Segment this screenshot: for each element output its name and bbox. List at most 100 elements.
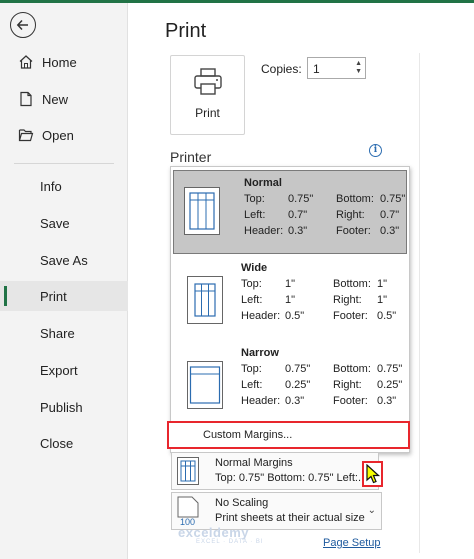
sidebar-item-print[interactable]: Print: [0, 281, 128, 311]
sidebar-item-label: Info: [40, 178, 62, 194]
sidebar-item-label: Publish: [40, 399, 83, 415]
sidebar-item-home[interactable]: Home: [0, 47, 128, 77]
sidebar-item-label: Save As: [40, 252, 88, 268]
label-footer: Footer:: [336, 225, 371, 237]
value-right: 1": [377, 294, 388, 306]
printer-icon: [194, 68, 222, 95]
value-footer: 0.3": [380, 225, 400, 237]
label-left: Left:: [241, 294, 263, 306]
sidebar-item-new[interactable]: New: [0, 84, 128, 114]
value-left: 0.25": [285, 379, 311, 391]
margin-option-name: Normal: [244, 177, 282, 189]
margin-option-name: Wide: [241, 262, 268, 274]
print-button[interactable]: Print: [170, 55, 245, 135]
sidebar-item-label: Save: [40, 215, 70, 231]
margin-option-wide[interactable]: Wide Top: 1" Bottom: 1" Left: 1" Right: 1" H…: [171, 256, 409, 342]
label-header: Header:: [241, 395, 281, 407]
margin-preview-icon: [187, 276, 223, 324]
sidebar-item-open[interactable]: Open: [0, 120, 128, 150]
sidebar-item-close[interactable]: Close: [0, 428, 128, 458]
backstage-sidebar: Home New Open Info Save Save As Print Sh…: [0, 3, 128, 559]
sidebar-item-save[interactable]: Save: [0, 208, 128, 238]
watermark-logo: exceldemy EXCEL · DATA · BI: [178, 525, 263, 545]
value-bottom: 0.75": [377, 363, 403, 375]
label-top: Top:: [244, 193, 265, 205]
margin-preview-icon: [184, 187, 220, 235]
sidebar-item-label: New: [42, 91, 69, 107]
value-left: 1": [285, 294, 296, 306]
margin-option-narrow[interactable]: Narrow Top: 0.75" Bottom: 0.75" Left: 0.25"…: [171, 341, 409, 427]
open-folder-icon: [18, 129, 34, 142]
value-top: 0.75": [288, 193, 314, 205]
label-right: Right:: [333, 294, 362, 306]
label-right: Right:: [333, 379, 362, 391]
sidebar-item-label: Print: [40, 288, 67, 304]
sidebar-divider: [14, 163, 114, 164]
value-right: 0.25": [377, 379, 403, 391]
label-left: Left:: [241, 379, 263, 391]
margin-option-normal[interactable]: Normal Top: 0.75" Bottom: 0.75" Left: 0.7" …: [173, 170, 407, 254]
custom-margins-menu-item[interactable]: Custom Margins...: [167, 421, 410, 449]
copies-stepper[interactable]: 1 ▲ ▼: [307, 57, 366, 79]
margins-setting-dropdown[interactable]: Normal Margins Top: 0.75" Bottom: 0.75" …: [171, 452, 379, 490]
value-header: 0.3": [288, 225, 308, 237]
label-top: Top:: [241, 363, 262, 375]
label-header: Header:: [244, 225, 284, 237]
sidebar-item-label: Home: [42, 54, 77, 70]
value-footer: 0.3": [377, 395, 397, 407]
back-button[interactable]: [10, 12, 36, 38]
margin-preview-icon: [187, 361, 223, 409]
printer-section-title: Printer: [170, 149, 212, 165]
label-footer: Footer:: [333, 395, 368, 407]
sidebar-item-label: Export: [40, 362, 78, 378]
value-header: 0.5": [285, 310, 305, 322]
value-top: 1": [285, 278, 296, 290]
back-arrow-icon: [16, 19, 28, 31]
home-icon: [19, 55, 33, 69]
sidebar-item-save-as[interactable]: Save As: [0, 245, 128, 275]
margins-dropdown: Normal Top: 0.75" Bottom: 0.75" Left: 0.7" …: [170, 166, 410, 453]
custom-margins-label: Custom Margins...: [203, 429, 293, 441]
sidebar-item-publish[interactable]: Publish: [0, 392, 128, 422]
label-footer: Footer:: [333, 310, 368, 322]
chevron-down-icon[interactable]: ⌄: [368, 505, 376, 516]
scaling-setting-title: No Scaling: [215, 497, 269, 509]
sidebar-item-share[interactable]: Share: [0, 318, 128, 348]
label-right: Right:: [336, 209, 365, 221]
label-header: Header:: [241, 310, 281, 322]
label-bottom: Bottom:: [333, 278, 371, 290]
scaling-setting-detail: Print sheets at their actual size: [215, 512, 365, 524]
watermark-brand: exceldemy: [178, 525, 249, 540]
margins-setting-title: Normal Margins: [215, 457, 293, 469]
value-left: 0.7": [288, 209, 308, 221]
value-bottom: 0.75": [380, 193, 406, 205]
panel-divider: [419, 53, 420, 553]
value-top: 0.75": [285, 363, 311, 375]
sidebar-item-label: Share: [40, 325, 75, 341]
value-header: 0.3": [285, 395, 305, 407]
label-top: Top:: [241, 278, 262, 290]
info-icon[interactable]: i: [369, 144, 382, 157]
margins-setting-detail: Top: 0.75" Bottom: 0.75" Left:...: [215, 472, 368, 484]
copies-value: 1: [313, 62, 320, 76]
label-bottom: Bottom:: [336, 193, 374, 205]
mouse-cursor-icon: [366, 464, 380, 484]
sidebar-item-export[interactable]: Export: [0, 355, 128, 385]
copies-label: Copies:: [261, 62, 302, 76]
label-left: Left:: [244, 209, 266, 221]
margin-option-name: Narrow: [241, 347, 279, 359]
sidebar-item-info[interactable]: Info: [0, 171, 128, 201]
margins-icon: [177, 457, 199, 485]
page-title: Print: [165, 20, 207, 42]
sidebar-item-label: Close: [40, 435, 74, 451]
value-bottom: 1": [377, 278, 388, 290]
label-bottom: Bottom:: [333, 363, 371, 375]
new-document-icon: [20, 91, 32, 107]
value-footer: 0.5": [377, 310, 397, 322]
value-right: 0.7": [380, 209, 400, 221]
margins-dropdown-arrow[interactable]: [362, 461, 383, 487]
watermark-tagline: EXCEL · DATA · BI: [196, 539, 264, 545]
page-setup-link[interactable]: Page Setup: [323, 537, 381, 549]
spinner-arrows-icon[interactable]: ▲ ▼: [355, 60, 362, 76]
sidebar-item-label: Open: [42, 127, 74, 143]
